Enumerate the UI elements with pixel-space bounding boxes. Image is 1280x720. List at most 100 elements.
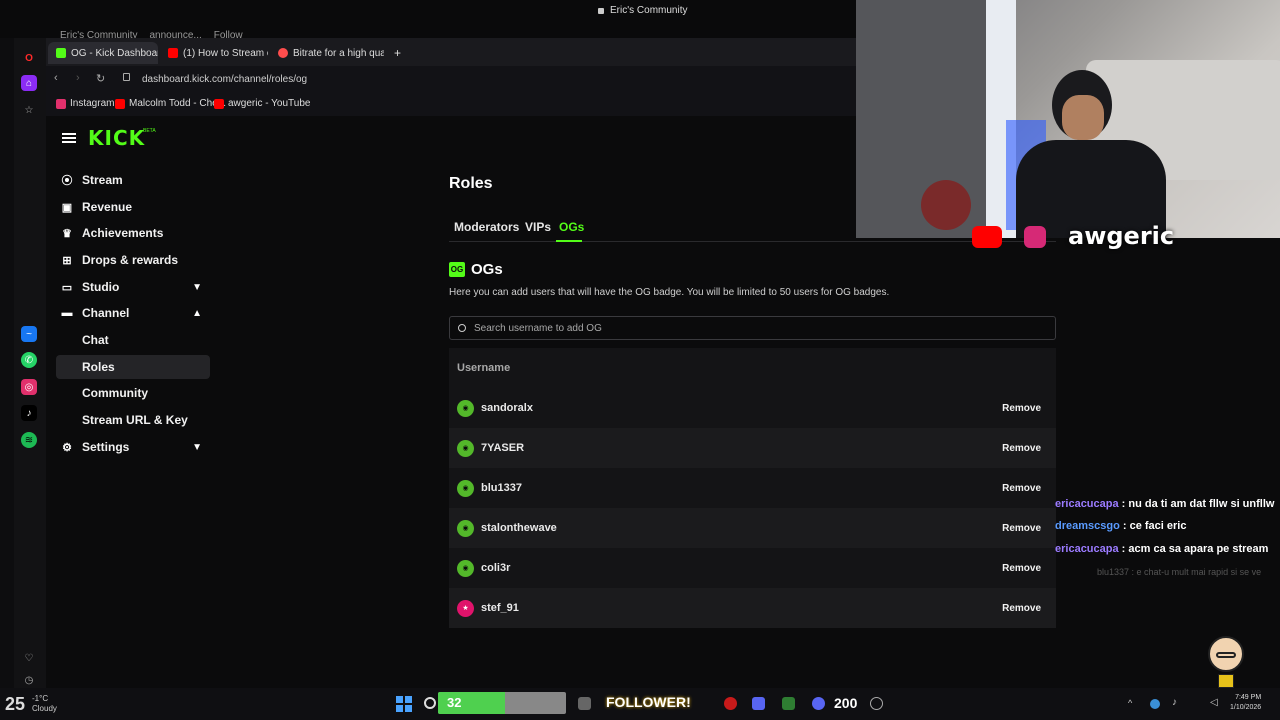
home-icon[interactable]: ⌂: [21, 75, 37, 91]
chevron-down-icon: ▼: [192, 281, 202, 293]
username[interactable]: stef_91: [481, 602, 519, 614]
table-row: ◉ coli3r Remove: [449, 548, 1056, 588]
chat-text: : acm ca sa apara pe stream: [1118, 543, 1269, 555]
new-tab-plus-icon[interactable]: +: [386, 42, 406, 64]
chevron-up-icon: ▲: [192, 307, 202, 319]
tiktok-icon[interactable]: ♪: [21, 405, 37, 421]
instagram-icon[interactable]: ◎: [21, 379, 37, 395]
kick-favicon-icon: [56, 48, 66, 58]
chat-text: : ce faci eric: [1119, 520, 1187, 532]
instagram-logo-icon: [1024, 226, 1046, 248]
app-icon[interactable]: [782, 697, 795, 710]
speaker-icon[interactable]: ◁: [1210, 697, 1218, 708]
avatar: ◉: [457, 399, 474, 417]
follower-alert: FOLLOWER!: [606, 694, 691, 710]
nav-drops-rewards[interactable]: ⊞ Drops & rewards: [56, 248, 210, 272]
studio-icon: ▭: [61, 281, 73, 294]
youtube-favicon-icon: [168, 48, 178, 58]
discord-icon[interactable]: [812, 697, 825, 710]
chat-message: ericacucapa : nu da ti am dat fllw si un…: [1055, 498, 1274, 510]
tab-kick-dashboard[interactable]: OG - Kick Dashboard: [48, 42, 158, 64]
search-icon[interactable]: [424, 697, 436, 709]
teams-icon[interactable]: [752, 697, 765, 710]
chevron-up-icon[interactable]: ^: [1128, 698, 1132, 708]
table-row: ◉ blu1337 Remove: [449, 468, 1056, 508]
tab-vips[interactable]: VIPs: [525, 220, 551, 234]
chat-message: blu1337 : e chat-u mult mai rapid si se …: [1097, 567, 1261, 577]
username[interactable]: coli3r: [481, 562, 510, 574]
back-arrow-icon[interactable]: ‹: [54, 72, 58, 84]
column-header-username: Username: [457, 362, 511, 374]
stream-broadcast-icon: ⦿: [61, 175, 73, 187]
active-tab-indicator: [556, 240, 582, 242]
remove-button[interactable]: Remove: [1002, 603, 1041, 614]
microphone-icon[interactable]: ♪: [1172, 697, 1177, 708]
opera-taskbar-icon[interactable]: [724, 697, 737, 710]
nav-stream[interactable]: ⦿ Stream: [56, 168, 210, 192]
nav-stream-url-key[interactable]: Stream URL & Key: [56, 408, 210, 432]
tab-moderators[interactable]: Moderators: [454, 220, 519, 234]
messenger-icon[interactable]: ~: [21, 326, 37, 342]
tab-youtube-how-to-stream[interactable]: (1) How to Stream on Kick: [160, 42, 268, 64]
chat-username: blu1337: [1097, 567, 1130, 577]
lock-icon: [123, 73, 130, 81]
section-description: Here you can add users that will have th…: [449, 287, 890, 298]
tab-bitrate[interactable]: Bitrate for a high quality s: [270, 42, 384, 64]
search-box[interactable]: [449, 316, 1056, 340]
nav-chat[interactable]: Chat: [56, 328, 210, 352]
weather-widget[interactable]: -1°C Cloudy: [32, 694, 57, 714]
nav-channel[interactable]: ▬ Channel ▲: [56, 301, 210, 325]
username[interactable]: sandoralx: [481, 402, 533, 414]
tab-ogs[interactable]: OGs: [559, 220, 584, 234]
table-row: ★ stef_91 Remove: [449, 588, 1056, 628]
remove-button[interactable]: Remove: [1002, 483, 1041, 494]
discord-window-title: Eric's Community: [598, 5, 687, 16]
username[interactable]: 7YASER: [481, 442, 524, 454]
history-clock-icon[interactable]: ◷: [21, 672, 37, 688]
page-title: Roles: [449, 175, 493, 192]
remove-button[interactable]: Remove: [1002, 563, 1041, 574]
nav-studio[interactable]: ▭ Studio ▼: [56, 275, 210, 299]
network-icon[interactable]: [1150, 699, 1160, 709]
remove-button[interactable]: Remove: [1002, 523, 1041, 534]
obs-icon[interactable]: [870, 697, 883, 710]
opera-logo-icon[interactable]: O: [21, 50, 37, 66]
whatsapp-icon[interactable]: ✆: [21, 352, 37, 368]
nav-settings[interactable]: ⚙ Settings ▼: [56, 435, 210, 459]
search-input[interactable]: [472, 321, 1032, 335]
heart-icon[interactable]: ♡: [21, 650, 37, 666]
spotify-icon[interactable]: ≋: [21, 432, 37, 448]
goal-progress-value: 32: [447, 695, 462, 710]
og-users-table: Username ◉ sandoralx Remove ◉ 7YASER Rem…: [449, 348, 1056, 628]
tabs-divider: [449, 241, 1056, 242]
hamburger-menu-icon[interactable]: [62, 131, 76, 145]
remove-button[interactable]: Remove: [1002, 403, 1041, 414]
bookmark-malcolm-todd[interactable]: Malcolm Todd - Che...: [115, 98, 226, 109]
nav-achievements[interactable]: ♛ Achievements: [56, 221, 210, 245]
nav-revenue[interactable]: ▣ Revenue: [56, 195, 210, 219]
chat-username: ericacucapa: [1055, 543, 1119, 555]
system-clock[interactable]: 7:49 PM 1/10/2026: [1230, 693, 1261, 713]
weather-temperature-large[interactable]: 25: [5, 694, 25, 715]
remove-button[interactable]: Remove: [1002, 443, 1041, 454]
table-row: ◉ stalonthewave Remove: [449, 508, 1056, 548]
forward-arrow-icon[interactable]: ›: [76, 72, 80, 84]
bookmark-instagram[interactable]: Instagram: [56, 98, 114, 109]
youtube-favicon-icon: [115, 98, 125, 109]
nav-community[interactable]: Community: [56, 381, 210, 405]
avatar: ◉: [457, 519, 474, 537]
nav-roles[interactable]: Roles: [56, 355, 210, 379]
username[interactable]: blu1337: [481, 482, 522, 494]
avatar: ◉: [457, 439, 474, 457]
bookmarks-star-icon[interactable]: ☆: [21, 102, 37, 118]
username[interactable]: stalonthewave: [481, 522, 557, 534]
bookmark-awgeric-youtube[interactable]: awgeric - YouTube: [214, 98, 310, 109]
windows-start-icon[interactable]: [396, 696, 412, 712]
task-view-icon[interactable]: [578, 697, 591, 710]
chat-text: : e chat-u mult mai rapid si se ve: [1129, 567, 1262, 577]
url-field[interactable]: dashboard.kick.com/channel/roles/og: [142, 74, 307, 85]
chat-message: dreamscsgo : ce faci eric: [1055, 520, 1186, 532]
reload-icon[interactable]: ↻: [96, 72, 105, 85]
section-title: OGs: [471, 261, 503, 278]
kick-logo[interactable]: KICK: [88, 126, 145, 150]
